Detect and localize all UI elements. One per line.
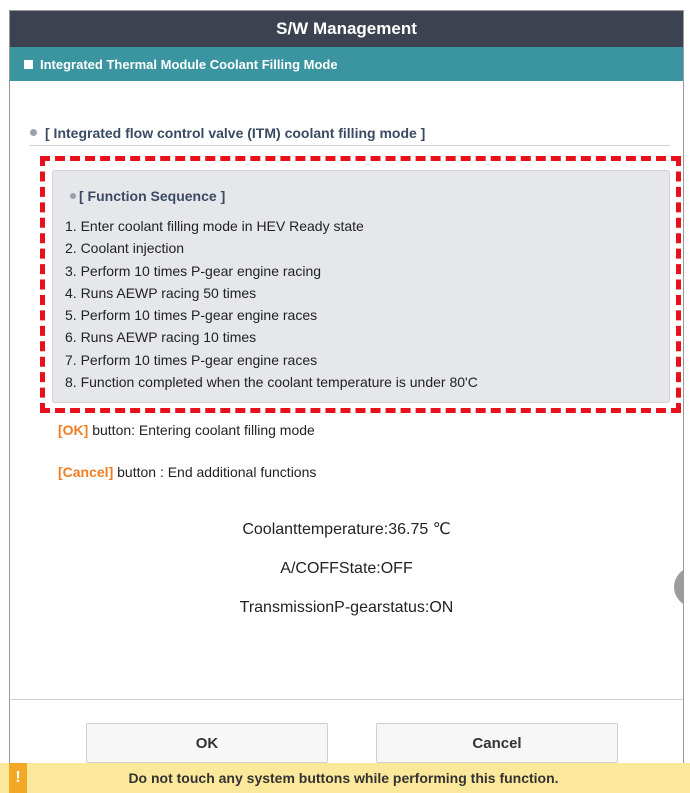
- warning-text: Do not touch any system buttons while pe…: [128, 770, 559, 786]
- ok-button-note: [OK] button: Entering coolant filling mo…: [58, 422, 315, 438]
- cancel-button-label: Cancel: [472, 734, 522, 752]
- function-steps-list: 1. Enter coolant filling mode in HEV Rea…: [65, 215, 478, 393]
- subheader-title: Integrated Thermal Module Coolant Fillin…: [40, 56, 338, 72]
- step-item: 3. Perform 10 times P-gear engine racing: [65, 262, 322, 279]
- cancel-button-note: [Cancel] button : End additional functio…: [58, 464, 316, 480]
- ok-button-label: OK: [195, 734, 219, 752]
- step-item: 5. Perform 10 times P-gear engine races: [65, 307, 318, 324]
- function-sequence-panel: [ Function Sequence ] 1. Enter coolant f…: [52, 170, 670, 403]
- step-item: 4. Runs AEWP racing 50 times: [65, 284, 257, 301]
- transmission-status-readout: TransmissionP-gearstatus:ON: [239, 599, 454, 616]
- ok-button[interactable]: OK: [86, 723, 328, 763]
- subheader-bar: Integrated Thermal Module Coolant Fillin…: [10, 47, 683, 81]
- section-title-text: [ Integrated flow control valve (ITM) co…: [45, 124, 426, 141]
- function-sequence-title: [ Function Sequence ]: [79, 188, 226, 204]
- ok-note-text: button: Entering coolant filling mode: [88, 422, 315, 438]
- bullet-icon: [30, 129, 37, 136]
- bullet-icon: [70, 193, 76, 199]
- cancel-note-text: button : End additional functions: [113, 464, 317, 480]
- window-title-bar: S/W Management: [10, 11, 683, 47]
- ok-key-label: [OK]: [58, 422, 89, 438]
- step-item: 6. Runs AEWP racing 10 times: [65, 329, 257, 346]
- step-item: 1. Enter coolant filling mode in HEV Rea…: [65, 218, 364, 234]
- step-item: 8. Function completed when the coolant t…: [65, 374, 478, 391]
- step-item: 7. Perform 10 times P-gear engine races: [65, 351, 318, 368]
- ac-state-readout: A/COFFState:OFF: [280, 560, 413, 577]
- warning-bar: ! Do not touch any system buttons while …: [0, 763, 690, 793]
- sw-management-dialog: S/W Management Integrated Thermal Module…: [9, 10, 684, 788]
- window-title: S/W Management: [276, 19, 417, 38]
- footer-divider: [10, 699, 683, 700]
- square-bullet-icon: [24, 59, 33, 69]
- function-sequence-heading: [ Function Sequence ]: [70, 188, 225, 204]
- coolant-temperature-readout: Coolanttemperature:36.75 ℃: [242, 521, 451, 538]
- step-item: 2. Coolant injection: [65, 240, 185, 257]
- section-heading: [ Integrated flow control valve (ITM) co…: [30, 120, 670, 146]
- cancel-key-label: [Cancel]: [58, 464, 114, 480]
- cancel-button[interactable]: Cancel: [376, 723, 618, 763]
- warning-icon: !: [9, 763, 27, 793]
